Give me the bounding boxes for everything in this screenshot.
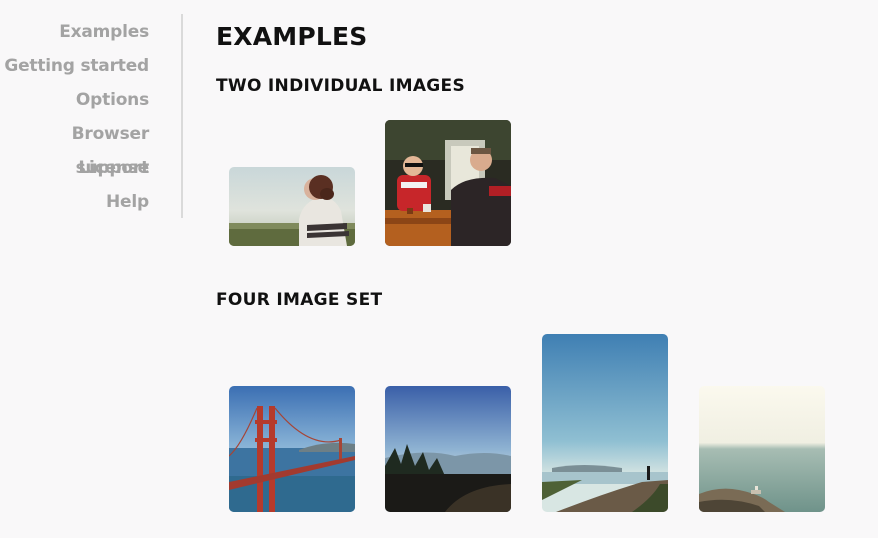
sidebar-link-license[interactable]: License	[78, 158, 149, 178]
sidebar-item-examples: Examples	[0, 15, 181, 49]
image-thumbnail-ocean-cliff[interactable]	[699, 386, 825, 512]
woman-field-photo	[229, 167, 355, 246]
sidebar-link-examples[interactable]: Examples	[59, 22, 149, 42]
section-heading-four-set: FOUR IMAGE SET	[216, 290, 383, 310]
coast-road-photo	[542, 334, 668, 512]
sidebar-link-getting-started[interactable]: Getting started	[4, 56, 149, 76]
image-thumbnail-woman-field[interactable]	[229, 167, 355, 246]
sidebar-item-help: Help	[0, 185, 181, 219]
sidebar-item-options: Options	[0, 83, 181, 117]
mountain-forest-photo	[385, 386, 511, 512]
sidebar-nav: Examples Getting started Options Browser…	[0, 14, 183, 218]
ocean-cliff-photo	[699, 386, 825, 512]
golden-gate-photo	[229, 386, 355, 512]
sidebar-item-browser-support: Browser support	[0, 117, 181, 178]
image-thumbnail-cafe-friends[interactable]	[385, 120, 511, 246]
sidebar-link-options[interactable]: Options	[76, 90, 149, 110]
sidebar-list: Examples Getting started Options Browser…	[0, 15, 181, 219]
sidebar-item-license: License	[0, 151, 181, 185]
sidebar-link-help[interactable]: Help	[106, 192, 149, 212]
sidebar-item-getting-started: Getting started	[0, 49, 181, 83]
image-thumbnail-coast-road[interactable]	[542, 334, 668, 512]
cafe-friends-photo	[385, 120, 511, 246]
image-thumbnail-golden-gate[interactable]	[229, 386, 355, 512]
section-heading-two-individual: TWO INDIVIDUAL IMAGES	[216, 76, 465, 96]
image-thumbnail-mountain-forest[interactable]	[385, 386, 511, 512]
page-title: EXAMPLES	[216, 22, 368, 51]
